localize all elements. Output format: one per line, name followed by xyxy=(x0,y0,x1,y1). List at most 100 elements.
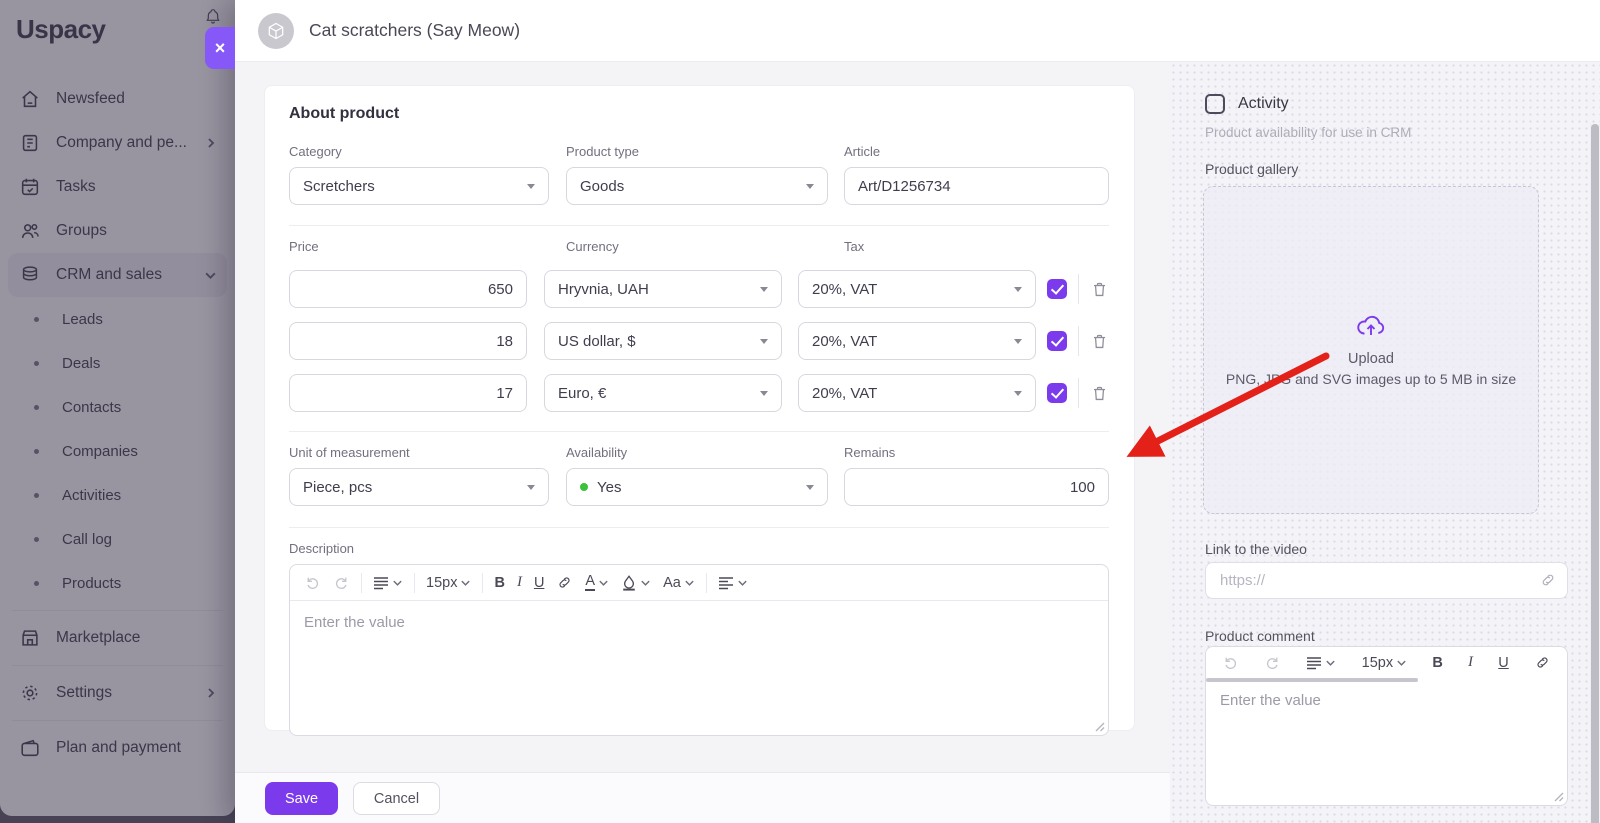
price-active-checkbox[interactable] xyxy=(1047,279,1067,299)
price-active-checkbox[interactable] xyxy=(1047,383,1067,403)
resize-handle[interactable] xyxy=(1554,792,1564,802)
underline-button[interactable]: U xyxy=(528,572,550,594)
bold-button[interactable]: B xyxy=(488,572,510,594)
undo-icon[interactable] xyxy=(1216,651,1245,674)
undo-icon[interactable] xyxy=(298,571,327,594)
dropdown-arrow-icon xyxy=(806,485,814,490)
link-button[interactable] xyxy=(1528,651,1557,674)
availability-value: Yes xyxy=(597,479,798,496)
about-product-card: About product Category Scretchers Produc… xyxy=(264,85,1135,731)
dropdown-arrow-icon xyxy=(527,485,535,490)
delete-price-button[interactable] xyxy=(1090,332,1109,351)
activity-label: Activity xyxy=(1238,95,1289,113)
unit-select[interactable]: Piece, pcs xyxy=(289,468,549,506)
unit-value: Piece, pcs xyxy=(303,479,519,496)
tax-select[interactable]: 20%, VAT xyxy=(798,270,1036,308)
cancel-button[interactable]: Cancel xyxy=(353,782,440,815)
dropdown-arrow-icon xyxy=(1014,339,1022,344)
font-size-select[interactable]: 15px xyxy=(1356,652,1413,674)
panel-header: Cat scratchers (Say Meow) xyxy=(235,0,1600,62)
availability-select[interactable]: Yes xyxy=(566,468,828,506)
scrollbar-thumb[interactable] xyxy=(1591,124,1599,823)
currency-select[interactable]: Euro, € xyxy=(544,374,782,412)
price-row: Hryvnia, UAH 20%, VAT xyxy=(289,270,1109,308)
tax-value: 20%, VAT xyxy=(812,385,1006,402)
font-size-select[interactable]: 15px xyxy=(420,572,477,594)
highlight-color-button[interactable] xyxy=(615,571,657,594)
price-input[interactable] xyxy=(289,322,527,360)
redo-icon[interactable] xyxy=(1258,651,1287,674)
article-input[interactable] xyxy=(844,167,1109,205)
link-icon xyxy=(1539,571,1557,589)
availability-label: Availability xyxy=(566,445,828,460)
price-active-checkbox[interactable] xyxy=(1047,331,1067,351)
currency-value: Hryvnia, UAH xyxy=(558,281,752,298)
product-type-value: Goods xyxy=(580,178,798,195)
divider xyxy=(706,573,707,593)
price-input[interactable] xyxy=(289,270,527,308)
video-url-input[interactable] xyxy=(1205,562,1568,599)
divider xyxy=(289,225,1109,226)
dropdown-arrow-icon xyxy=(1014,287,1022,292)
scrollbar-track[interactable] xyxy=(1590,124,1600,823)
divider xyxy=(414,573,415,593)
comment-textarea[interactable]: Enter the value xyxy=(1206,682,1567,719)
divider xyxy=(482,573,483,593)
cube-icon xyxy=(266,21,286,41)
delete-price-button[interactable] xyxy=(1090,280,1109,299)
font-color-button[interactable]: A xyxy=(579,571,615,594)
underline-button[interactable]: U xyxy=(1492,652,1514,674)
category-value: Scretchers xyxy=(303,178,519,195)
tax-label: Tax xyxy=(844,239,1029,254)
chevron-down-icon xyxy=(460,579,471,587)
unit-label: Unit of measurement xyxy=(289,445,549,460)
description-editor: 15px B I U A xyxy=(289,564,1109,736)
upload-dropzone[interactable]: Upload PNG, JPG and SVG images up to 5 M… xyxy=(1203,186,1539,514)
currency-select[interactable]: Hryvnia, UAH xyxy=(544,270,782,308)
divider xyxy=(1078,326,1079,356)
section-title: About product xyxy=(289,105,1109,123)
activity-checkbox[interactable] xyxy=(1205,94,1225,114)
form-actions-bar: Save Cancel xyxy=(235,772,1170,823)
link-button[interactable] xyxy=(550,571,579,594)
save-button[interactable]: Save xyxy=(265,782,338,815)
font-size-value: 15px xyxy=(1362,655,1393,671)
italic-button[interactable]: I xyxy=(511,571,528,594)
redo-icon[interactable] xyxy=(327,571,356,594)
dropdown-arrow-icon xyxy=(760,339,768,344)
comment-toolbar: 15px B I U xyxy=(1206,647,1567,678)
description-textarea[interactable]: Enter the value xyxy=(290,601,1108,644)
delete-price-button[interactable] xyxy=(1090,384,1109,403)
video-url-field xyxy=(1205,562,1568,599)
activity-hint: Product availability for use in CRM xyxy=(1205,125,1411,140)
tax-select[interactable]: 20%, VAT xyxy=(798,322,1036,360)
remains-input[interactable] xyxy=(844,468,1109,506)
price-label: Price xyxy=(289,239,549,254)
tax-select[interactable]: 20%, VAT xyxy=(798,374,1036,412)
currency-select[interactable]: US dollar, $ xyxy=(544,322,782,360)
chevron-down-icon xyxy=(392,579,403,587)
product-avatar xyxy=(258,13,294,49)
comment-placeholder: Enter the value xyxy=(1220,692,1321,709)
currency-value: Euro, € xyxy=(558,385,752,402)
price-row: Euro, € 20%, VAT xyxy=(289,374,1109,412)
line-height-button[interactable] xyxy=(367,573,409,593)
description-label: Description xyxy=(289,541,1109,556)
comment-editor: 15px B I U Enter the value xyxy=(1205,646,1568,806)
description-placeholder: Enter the value xyxy=(304,614,405,631)
text-case-button[interactable]: Aa xyxy=(657,572,701,594)
modal-backdrop[interactable] xyxy=(0,0,235,823)
resize-handle[interactable] xyxy=(1095,722,1105,732)
chevron-down-icon xyxy=(640,579,651,587)
align-button[interactable] xyxy=(712,573,754,593)
category-select[interactable]: Scretchers xyxy=(289,167,549,205)
price-input[interactable] xyxy=(289,374,527,412)
tax-value: 20%, VAT xyxy=(812,281,1006,298)
product-type-select[interactable]: Goods xyxy=(566,167,828,205)
italic-button[interactable]: I xyxy=(1462,651,1479,674)
font-color-glyph: A xyxy=(585,574,595,591)
bold-button[interactable]: B xyxy=(1426,652,1448,674)
product-slideover: Cat scratchers (Say Meow) About product … xyxy=(235,0,1600,823)
line-height-button[interactable] xyxy=(1300,653,1342,673)
close-button[interactable]: × xyxy=(205,27,235,69)
